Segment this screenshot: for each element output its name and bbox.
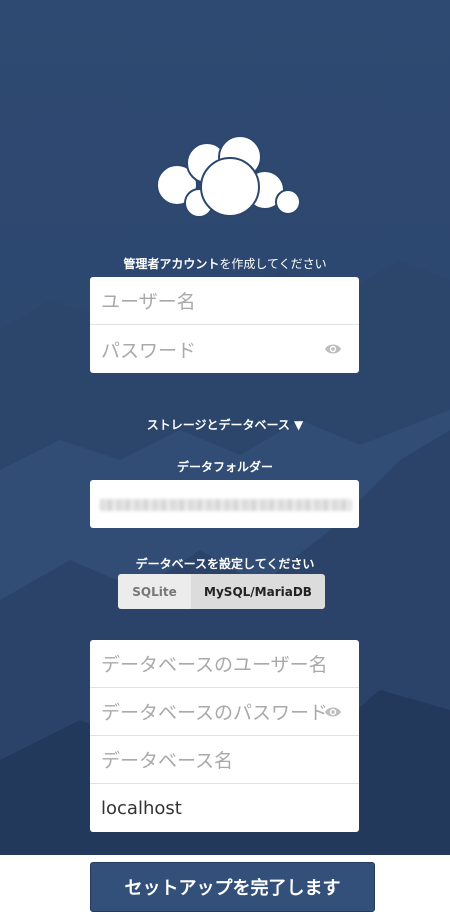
db-password-placeholder: データベースのパスワード bbox=[101, 702, 329, 724]
db-host-field[interactable]: localhost bbox=[90, 784, 359, 832]
finish-setup-button[interactable]: セットアップを完了します bbox=[90, 862, 375, 912]
admin-credentials-group: ユーザー名 パスワード bbox=[90, 277, 359, 373]
db-name-placeholder: データベース名 bbox=[101, 750, 234, 772]
eye-icon[interactable] bbox=[324, 342, 342, 356]
data-folder-field[interactable] bbox=[90, 480, 359, 528]
admin-password-field[interactable]: パスワード bbox=[90, 325, 359, 373]
admin-username-field[interactable]: ユーザー名 bbox=[90, 277, 359, 325]
admin-heading-bold: 管理者アカウント bbox=[123, 257, 220, 271]
database-config-heading: データベースを設定してください bbox=[135, 557, 315, 571]
admin-username-placeholder: ユーザー名 bbox=[101, 291, 196, 313]
tab-mysql-mariadb[interactable]: MySQL/MariaDB bbox=[191, 574, 325, 609]
tab-sqlite[interactable]: SQLite bbox=[118, 574, 191, 609]
data-folder-value-blurred bbox=[100, 499, 352, 511]
db-user-field[interactable]: データベースのユーザー名 bbox=[90, 640, 359, 688]
database-credentials-group: データベースのユーザー名 データベースのパスワード データベース名 localh… bbox=[90, 640, 359, 832]
db-password-field[interactable]: データベースのパスワード bbox=[90, 688, 359, 736]
data-folder-label: データフォルダー bbox=[176, 460, 273, 474]
storage-database-toggle[interactable]: ストレージとデータベース ▼ bbox=[0, 416, 450, 433]
database-type-tabs: SQLite MySQL/MariaDB bbox=[118, 574, 325, 609]
admin-heading-rest: を作成してください bbox=[219, 257, 327, 271]
admin-password-placeholder: パスワード bbox=[101, 339, 197, 362]
db-host-value: localhost bbox=[101, 797, 182, 819]
db-user-placeholder: データベースのユーザー名 bbox=[101, 654, 328, 676]
db-name-field[interactable]: データベース名 bbox=[90, 736, 359, 784]
cloud-logo-icon bbox=[156, 135, 300, 218]
eye-icon[interactable] bbox=[324, 705, 342, 719]
admin-account-heading: 管理者アカウントを作成してください bbox=[0, 255, 450, 272]
